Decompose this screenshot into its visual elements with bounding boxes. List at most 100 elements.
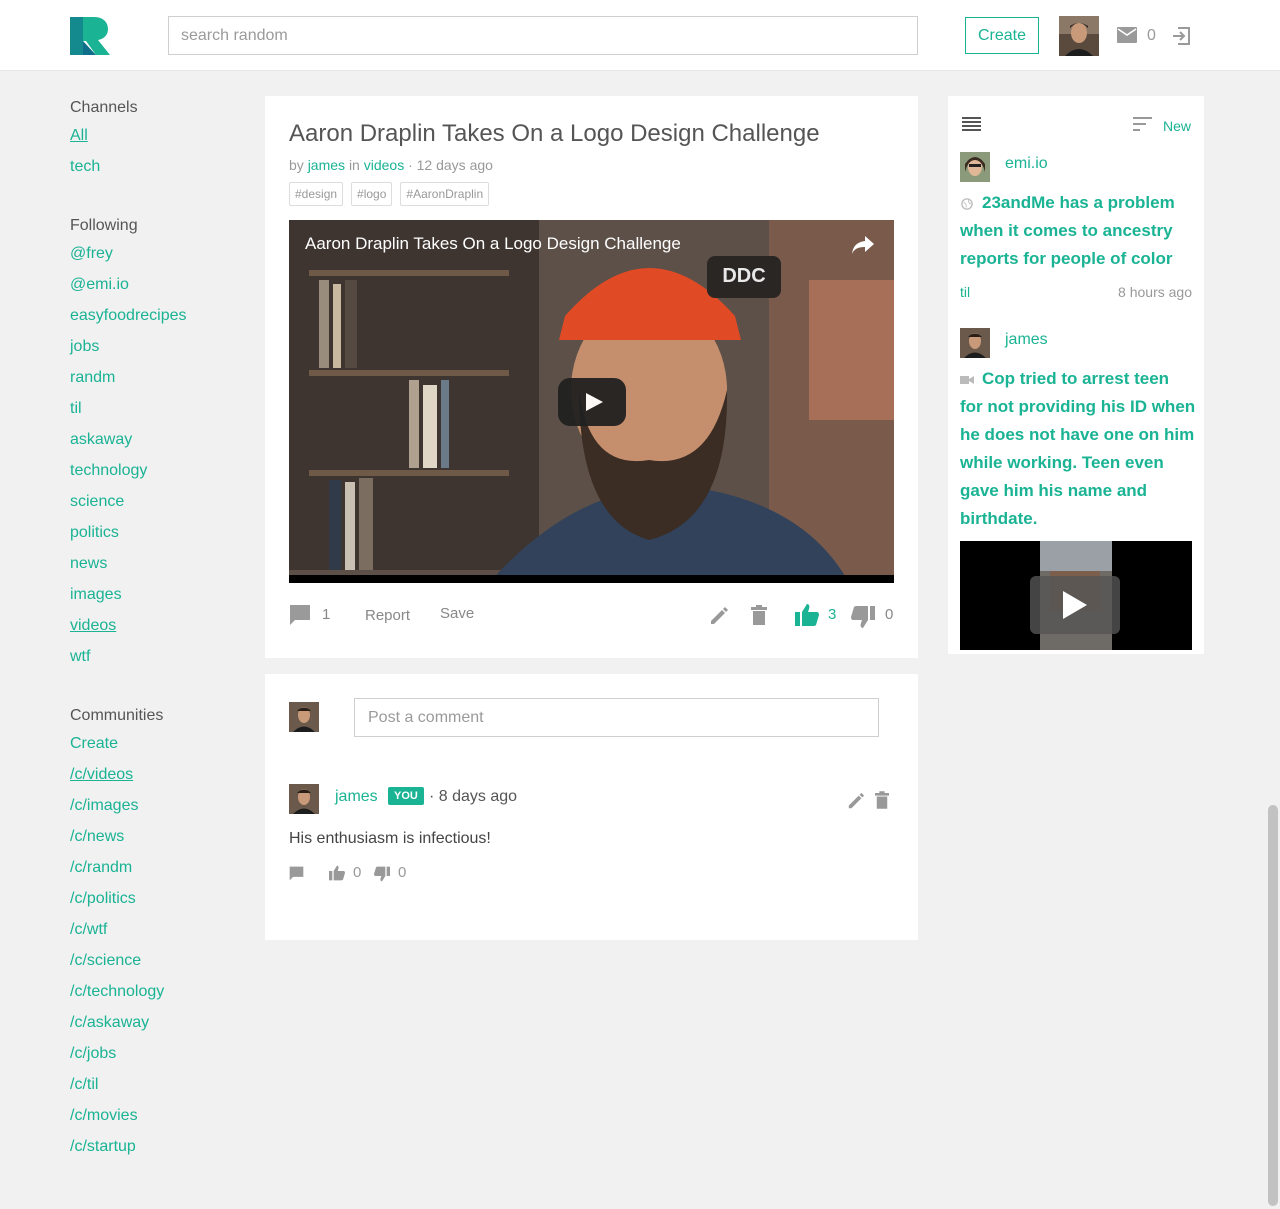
sidebar-item-frey[interactable]: @frey (70, 238, 250, 269)
post-channel-link[interactable]: videos (364, 157, 404, 173)
following-heading: Following (70, 217, 138, 234)
reply-icon[interactable] (289, 866, 304, 881)
sort-new-button[interactable]: New (1163, 118, 1191, 134)
in-label: in (348, 157, 360, 173)
sidebar-item-technology[interactable]: technology (70, 455, 250, 486)
top-bar: Create 0 (0, 0, 1280, 71)
feed-post-title-text: Cop tried to arrest teen for not providi… (960, 369, 1196, 528)
sidebar-item-tech[interactable]: tech (70, 151, 250, 182)
report-button[interactable]: Report (365, 607, 410, 624)
search-input[interactable] (168, 16, 918, 55)
feed-age: 8 hours ago (1118, 284, 1192, 300)
list-view-icon[interactable] (962, 117, 981, 131)
sort-icon[interactable] (1133, 117, 1152, 131)
downvote-icon[interactable] (374, 866, 390, 882)
community-item-images[interactable]: /c/images (70, 790, 250, 821)
post-title[interactable]: Aaron Draplin Takes On a Logo Design Cha… (289, 120, 820, 148)
edit-icon[interactable] (847, 792, 865, 810)
channels-heading: Channels (70, 99, 138, 116)
sidebar-item-images[interactable]: images (70, 579, 250, 610)
sidebar-item-askaway[interactable]: askaway (70, 424, 250, 455)
delete-icon[interactable] (875, 791, 889, 809)
comment-text: His enthusiasm is infectious! (289, 830, 491, 847)
create-button[interactable]: Create (965, 17, 1039, 54)
community-item-news[interactable]: /c/news (70, 821, 250, 852)
post-card: Aaron Draplin Takes On a Logo Design Cha… (265, 96, 918, 658)
tag-chip[interactable]: #design (289, 182, 344, 206)
feed-video-preview[interactable] (960, 541, 1192, 650)
sidebar-item-videos[interactable]: videos (70, 610, 250, 641)
sidebar-item-emi-io[interactable]: @emi.io (70, 269, 250, 300)
video-title: Aaron Draplin Takes On a Logo Design Cha… (305, 234, 681, 253)
feed-channel-link[interactable]: til (960, 284, 970, 300)
sidebar: Channels All tech Following @frey @emi.i… (70, 96, 250, 1162)
feed-author-avatar[interactable] (960, 152, 990, 182)
logout-icon[interactable] (1171, 26, 1191, 46)
avatar (289, 702, 319, 732)
upvote-icon[interactable] (329, 865, 345, 881)
sidebar-item-science[interactable]: science (70, 486, 250, 517)
sidebar-item-easyfoodrecipes[interactable]: easyfoodrecipes (70, 300, 250, 331)
svg-text:DDC: DDC (722, 265, 765, 287)
logo-icon[interactable] (70, 17, 110, 55)
comment-downvote-count: 0 (398, 864, 407, 881)
community-item-technology[interactable]: /c/technology (70, 976, 250, 1007)
community-item-jobs[interactable]: /c/jobs (70, 1038, 250, 1069)
user-avatar[interactable] (1059, 16, 1099, 56)
feed-author[interactable]: emi.io (1005, 155, 1048, 173)
sidebar-item-wtf[interactable]: wtf (70, 641, 250, 672)
feed-author-avatar[interactable] (960, 328, 990, 358)
feed-video-thumbnail (960, 541, 1192, 650)
feed-post-title-text: 23andMe has a problem when it comes to a… (960, 193, 1175, 268)
edit-icon[interactable] (709, 606, 729, 626)
feed-post-title[interactable]: 23andMe has a problem when it comes to a… (960, 189, 1196, 273)
post-author-link[interactable]: james (308, 157, 345, 173)
community-item-wtf[interactable]: /c/wtf (70, 914, 250, 945)
community-item-politics[interactable]: /c/politics (70, 883, 250, 914)
community-item-videos[interactable]: /c/videos (70, 759, 250, 790)
mail-count: 0 (1147, 27, 1156, 44)
comment-author[interactable]: james (335, 788, 378, 806)
tag-chip[interactable]: #logo (351, 182, 393, 206)
tag-chip[interactable]: #AaronDraplin (400, 182, 490, 206)
by-label: by (289, 157, 304, 173)
you-badge: YOU (388, 787, 424, 805)
upvote-icon[interactable] (795, 603, 819, 627)
community-item-science[interactable]: /c/science (70, 945, 250, 976)
sidebar-item-all[interactable]: All (70, 120, 250, 151)
community-item-movies[interactable]: /c/movies (70, 1100, 250, 1131)
communities-heading: Communities (70, 707, 164, 724)
community-item-startup[interactable]: /c/startup (70, 1131, 250, 1162)
feed-card: New emi.io 23andMe has a problem when it… (948, 96, 1204, 654)
save-button[interactable]: Save (440, 605, 474, 622)
delete-icon[interactable] (751, 605, 767, 625)
comment-age: · 8 days ago (429, 788, 518, 805)
post-meta: by james in videos · 12 days ago (289, 157, 493, 173)
comment-icon[interactable] (289, 604, 311, 626)
community-item-randm[interactable]: /c/randm (70, 852, 250, 883)
tag-list: #design #logo #AaronDraplin (289, 182, 490, 206)
video-player[interactable]: DDC Aaron Draplin Takes On a Logo Design… (289, 220, 894, 583)
sidebar-item-til[interactable]: til (70, 393, 250, 424)
comment-count[interactable]: 1 (322, 606, 330, 623)
downvote-icon[interactable] (851, 605, 875, 629)
create-community-link[interactable]: Create (70, 728, 250, 759)
comment-author-avatar[interactable] (289, 784, 319, 814)
feed-author[interactable]: james (1005, 331, 1048, 349)
play-button[interactable] (558, 378, 626, 426)
share-icon[interactable] (851, 234, 875, 256)
community-item-til[interactable]: /c/til (70, 1069, 250, 1100)
page-scrollbar[interactable] (1268, 805, 1278, 1206)
comment-input[interactable] (354, 698, 879, 737)
post-actions: 1 Report Save 3 0 (289, 604, 894, 632)
comments-card: james YOU · 8 days ago His enthusiasm is… (265, 674, 918, 940)
sidebar-item-news[interactable]: news (70, 548, 250, 579)
sidebar-item-jobs[interactable]: jobs (70, 331, 250, 362)
community-item-askaway[interactable]: /c/askaway (70, 1007, 250, 1038)
sidebar-item-randm[interactable]: randm (70, 362, 250, 393)
sidebar-item-politics[interactable]: politics (70, 517, 250, 548)
feed-post-title[interactable]: Cop tried to arrest teen for not providi… (960, 365, 1196, 533)
post-age: · 12 days ago (408, 157, 493, 173)
mail-icon[interactable] (1117, 27, 1137, 43)
globe-icon (961, 197, 973, 210)
